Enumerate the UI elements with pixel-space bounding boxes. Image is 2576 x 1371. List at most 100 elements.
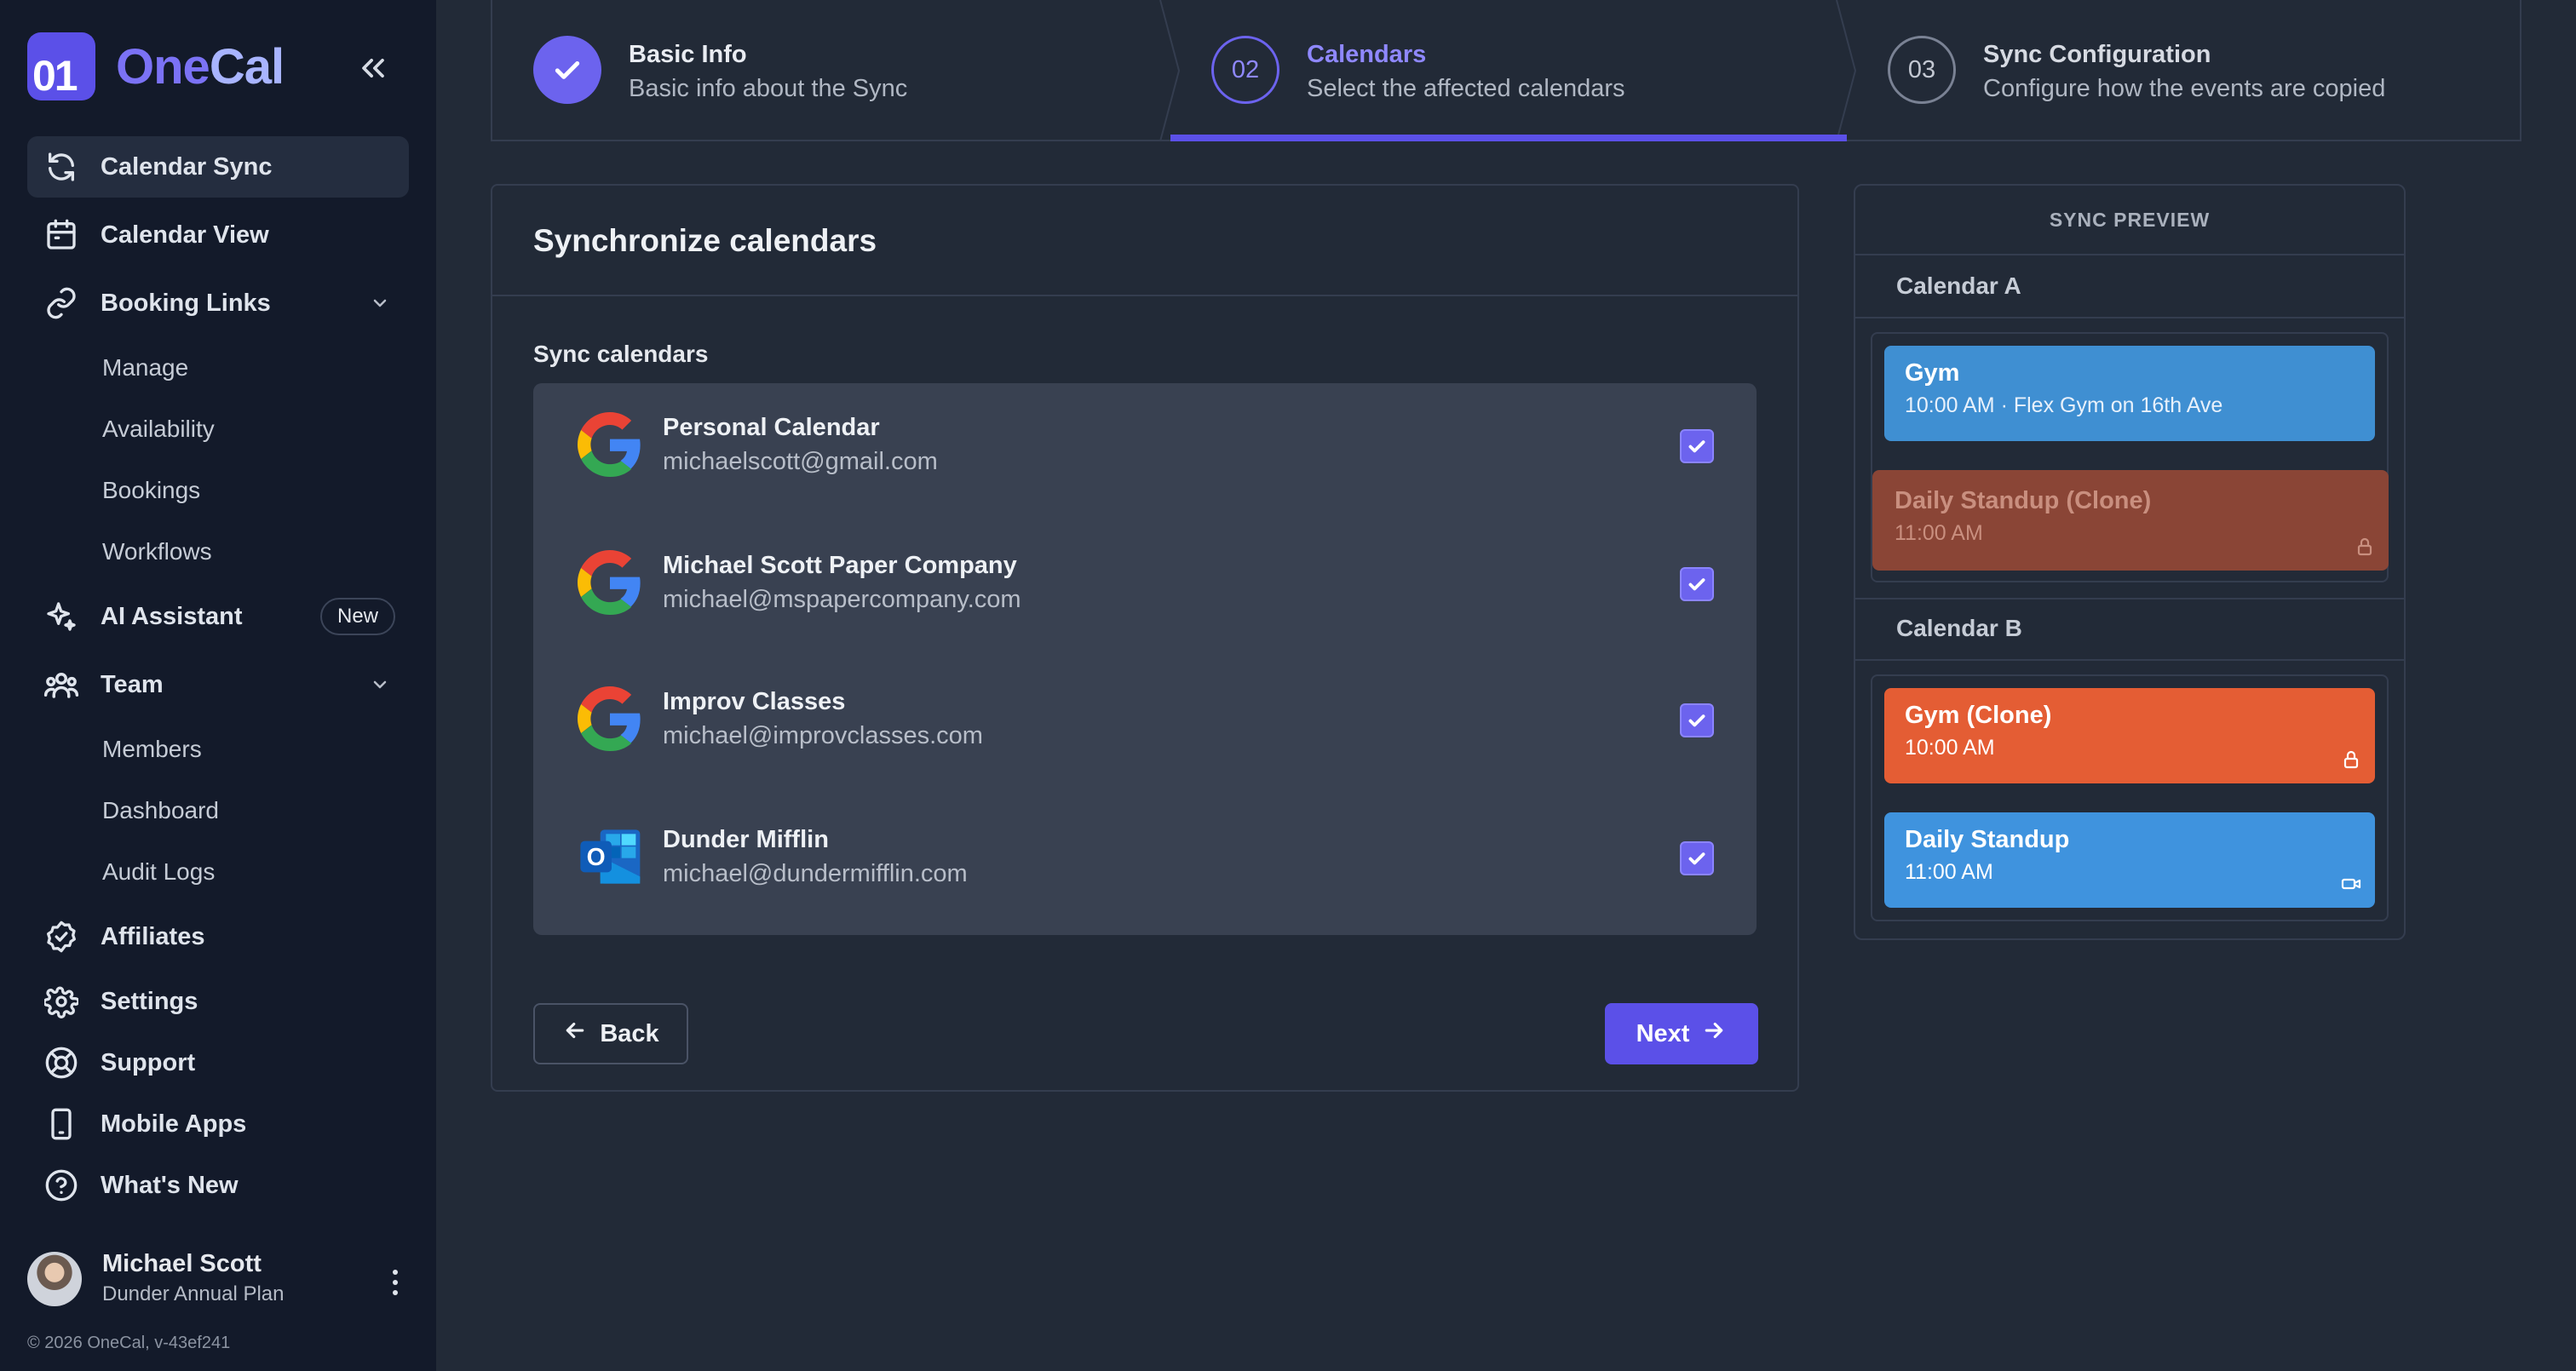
event-card[interactable]: Daily Standup 11:00 AM (1884, 812, 2375, 908)
event-card[interactable]: Gym (Clone) 10:00 AM (1884, 688, 2375, 783)
sidebar-item-calendar-view[interactable]: Calendar View (27, 204, 409, 266)
avatar (27, 1252, 82, 1306)
footer-version: © 2026 OneCal, v-43ef241 (27, 1334, 231, 1352)
sidebar-item-team[interactable]: Team (27, 654, 409, 715)
sidebar-subitem-manage[interactable]: Manage (102, 354, 188, 381)
next-button[interactable]: Next (1605, 1003, 1758, 1064)
sidebar-item-whats-new[interactable]: What's New (27, 1155, 409, 1216)
calendar-name: Michael Scott Paper Company (663, 552, 1017, 579)
calendar-checkbox[interactable] (1680, 567, 1714, 601)
active-step-indicator (1170, 135, 1847, 141)
calendar-row[interactable]: Improv Classes michael@improvclasses.com (533, 657, 1757, 760)
sparkles-icon (41, 596, 82, 637)
arrow-right-icon (1701, 1018, 1727, 1050)
lock-icon (2355, 536, 2375, 557)
back-button[interactable]: Back (533, 1003, 688, 1064)
onecal-logo-icon: 01 (27, 32, 95, 100)
calendar-checkbox[interactable] (1680, 703, 1714, 737)
event-card[interactable]: Gym 10:00 AM · Flex Gym on 16th Ave (1884, 346, 2375, 441)
stepper: Basic Info Basic info about the Sync 02 … (491, 0, 2521, 142)
user-plan: Dunder Annual Plan (102, 1282, 285, 1305)
sidebar-item-affiliates[interactable]: Affiliates (27, 906, 409, 967)
divider (1855, 659, 2404, 661)
sidebar-item-settings[interactable]: Settings (27, 971, 409, 1032)
user-profile[interactable]: Michael Scott Dunder Annual Plan (27, 1248, 409, 1310)
calendar-name: Dunder Mifflin (663, 826, 829, 853)
event-title: Daily Standup (1905, 826, 2070, 853)
step-calendars[interactable]: 02 Calendars Select the affected calenda… (1170, 0, 1847, 141)
step-sync-configuration[interactable]: 03 Sync Configuration Configure how the … (1847, 0, 2520, 141)
google-icon (578, 686, 642, 751)
badge-check-icon (41, 916, 82, 957)
check-icon (533, 36, 601, 104)
sidebar-item-label: Calendar View (101, 221, 269, 249)
section-label: Sync calendars (533, 341, 709, 367)
video-icon (2341, 874, 2361, 894)
calendar-email: michael@improvclasses.com (663, 722, 983, 749)
more-vertical-icon[interactable] (385, 1265, 405, 1299)
step-title: Calendars (1307, 41, 1427, 68)
step-basic-info[interactable]: Basic Info Basic info about the Sync (492, 0, 1170, 141)
divider (492, 295, 1797, 296)
divider (1855, 317, 2404, 318)
logo-text: 01 (32, 52, 78, 100)
sidebar-item-label: Support (101, 1048, 196, 1076)
sidebar-item-ai-assistant[interactable]: AI Assistant New (27, 586, 409, 647)
event-title: Gym (1905, 359, 1960, 387)
sidebar-subitem-dashboard[interactable]: Dashboard (102, 797, 219, 824)
brand-name-part2: Cal (209, 38, 285, 95)
calendar-row[interactable]: Michael Scott Paper Company michael@mspa… (533, 521, 1757, 623)
calendar-checkbox[interactable] (1680, 429, 1714, 463)
step-title: Sync Configuration (1983, 41, 2211, 68)
team-icon (41, 664, 82, 705)
sync-icon (41, 146, 82, 187)
calendar-row[interactable]: O Dunder Mifflin michael@dundermifflin.c… (533, 795, 1757, 898)
sidebar-item-support[interactable]: Support (27, 1032, 409, 1093)
step-number: 03 (1888, 36, 1956, 104)
step-number: 02 (1211, 36, 1279, 104)
lock-icon (2341, 749, 2361, 770)
calendar-name: Personal Calendar (663, 414, 880, 441)
event-title: Daily Standup (Clone) (1895, 487, 2152, 514)
sidebar-subitem-bookings[interactable]: Bookings (102, 477, 200, 504)
arrow-left-icon (562, 1018, 588, 1050)
sidebar-item-mobile-apps[interactable]: Mobile Apps (27, 1093, 409, 1155)
brand-name-part1: One (116, 38, 210, 95)
event-subtitle: 11:00 AM (1905, 860, 1993, 884)
sidebar-subitem-members[interactable]: Members (102, 736, 202, 763)
step-description: Basic info about the Sync (629, 75, 908, 102)
calendar-b-events: Gym (Clone) 10:00 AM Daily Standup 11:00… (1871, 674, 2389, 921)
calendar-row[interactable]: Personal Calendar michaelscott@gmail.com (533, 383, 1757, 485)
calendar-a-label: Calendar A (1896, 272, 2021, 299)
brand[interactable]: 01 OneCal (27, 32, 285, 100)
sidebar-item-label: Mobile Apps (101, 1110, 247, 1138)
page-title: Synchronize calendars (533, 223, 877, 258)
help-circle-icon (41, 1165, 82, 1206)
sidebar-item-label: Affiliates (101, 922, 205, 950)
event-card[interactable]: Daily Standup (Clone) 11:00 AM (1872, 470, 2389, 571)
sidebar-subitem-availability[interactable]: Availability (102, 416, 215, 443)
calendar-email: michael@mspapercompany.com (663, 586, 1021, 613)
user-name: Michael Scott (102, 1250, 262, 1277)
calendar-email: michael@dundermifflin.com (663, 860, 968, 887)
calendar-checkbox[interactable] (1680, 841, 1714, 875)
collapse-sidebar-icon[interactable] (354, 49, 392, 87)
sidebar-item-booking-links[interactable]: Booking Links (27, 272, 409, 334)
sidebar-item-label: Booking Links (101, 289, 271, 317)
brand-name: OneCal (116, 38, 285, 95)
sidebar-item-label: What's New (101, 1171, 239, 1199)
synchronize-calendars-card: Synchronize calendars Sync calendars Per… (491, 184, 1799, 1092)
calendar-email: michaelscott@gmail.com (663, 448, 938, 475)
sidebar-item-calendar-sync[interactable]: Calendar Sync (27, 136, 409, 198)
sidebar-item-label: Team (101, 670, 164, 698)
sidebar-subitem-workflows[interactable]: Workflows (102, 538, 212, 565)
step-description: Select the affected calendars (1307, 75, 1625, 102)
svg-text:O: O (587, 844, 606, 871)
event-subtitle: 10:00 AM · Flex Gym on 16th Ave (1905, 393, 2223, 417)
calendar-list: Personal Calendar michaelscott@gmail.com… (533, 383, 1757, 935)
new-badge: New (319, 598, 395, 635)
back-label: Back (600, 1019, 659, 1047)
link-icon (41, 283, 82, 324)
sidebar-subitem-audit-logs[interactable]: Audit Logs (102, 858, 215, 886)
next-label: Next (1636, 1019, 1690, 1047)
